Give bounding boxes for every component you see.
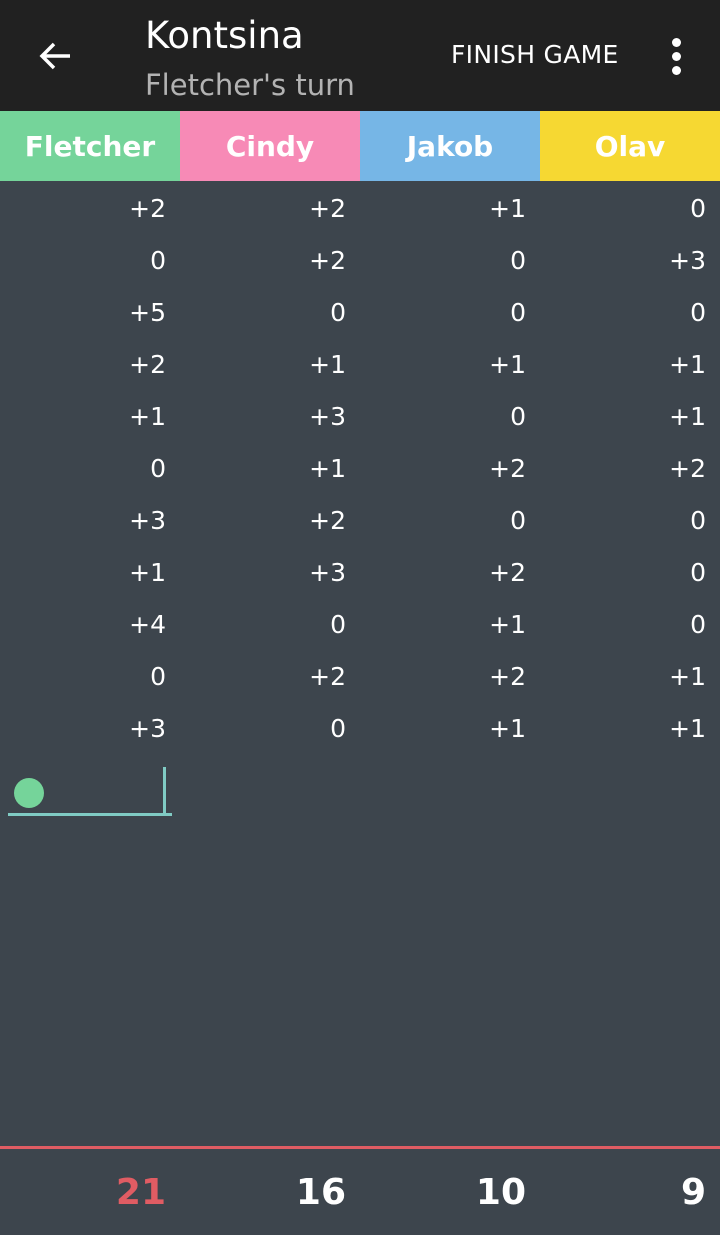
round-row: +1 +3 0 +1 <box>0 390 720 442</box>
score-cell[interactable]: +5 <box>0 298 180 327</box>
score-cell[interactable]: 0 <box>360 506 540 535</box>
round-row: +5 0 0 0 <box>0 286 720 338</box>
score-cell[interactable]: 0 <box>540 506 720 535</box>
score-cell[interactable]: +1 <box>180 350 360 379</box>
arrow-left-icon <box>39 42 70 70</box>
player-header: Fletcher Cindy Jakob Olav <box>0 111 720 181</box>
score-cell[interactable]: +1 <box>360 714 540 743</box>
input-underline <box>8 813 172 816</box>
more-vertical-icon <box>664 38 688 75</box>
score-cell[interactable]: +3 <box>0 506 180 535</box>
more-menu-button[interactable] <box>664 36 688 80</box>
player-column-header[interactable]: Fletcher <box>0 111 180 181</box>
round-row: +2 +2 +1 0 <box>0 182 720 234</box>
score-cell[interactable]: +2 <box>360 454 540 483</box>
score-cell[interactable]: +2 <box>180 662 360 691</box>
turn-indicator: Fletcher's turn <box>145 68 355 102</box>
active-player-dot <box>14 778 44 808</box>
score-cell[interactable]: 0 <box>0 246 180 275</box>
score-cell[interactable]: +1 <box>0 402 180 431</box>
score-cell[interactable]: 0 <box>540 298 720 327</box>
score-cell[interactable]: +2 <box>180 194 360 223</box>
score-cell[interactable]: +1 <box>180 454 360 483</box>
score-cell[interactable]: 0 <box>360 402 540 431</box>
round-row: +4 0 +1 0 <box>0 598 720 650</box>
score-cell[interactable]: +2 <box>360 662 540 691</box>
round-row: +2 +1 +1 +1 <box>0 338 720 390</box>
total-score: 10 <box>475 1171 526 1213</box>
back-button[interactable] <box>34 34 78 78</box>
app-bar: Kontsina Fletcher's turn FINISH GAME <box>0 0 720 111</box>
total-score: 16 <box>295 1171 346 1213</box>
score-cell[interactable]: 0 <box>540 194 720 223</box>
finish-game-button[interactable]: FINISH GAME <box>451 40 619 69</box>
score-cell[interactable]: +1 <box>540 350 720 379</box>
score-cell[interactable]: +3 <box>180 402 360 431</box>
score-rounds: +2 +2 +1 0 0 +2 0 +3 +5 0 0 0 +2 +1 +1 +1 +1 +3 0 +1 0 +1 +2 +2… <box>0 182 720 754</box>
round-row: +3 0 +1 +1 <box>0 702 720 754</box>
score-cell[interactable]: +1 <box>360 194 540 223</box>
totals-bar: 21 16 10 9 <box>0 1146 720 1235</box>
page-title: Kontsina <box>145 14 304 57</box>
total-score: 21 <box>115 1171 166 1213</box>
score-cell[interactable]: +2 <box>360 558 540 587</box>
score-cell[interactable]: 0 <box>360 246 540 275</box>
score-cell[interactable]: +2 <box>180 506 360 535</box>
score-cell[interactable]: 0 <box>540 558 720 587</box>
round-row: 0 +2 +2 +1 <box>0 650 720 702</box>
score-cell[interactable]: +2 <box>540 454 720 483</box>
score-cell[interactable]: +2 <box>0 350 180 379</box>
round-row: +1 +3 +2 0 <box>0 546 720 598</box>
score-entry-field[interactable] <box>8 766 172 816</box>
score-cell[interactable]: 0 <box>180 298 360 327</box>
player-column-header[interactable]: Olav <box>540 111 720 181</box>
score-cell[interactable]: +1 <box>360 350 540 379</box>
score-cell[interactable]: 0 <box>540 610 720 639</box>
score-cell[interactable]: +1 <box>540 662 720 691</box>
total-score: 9 <box>680 1171 706 1213</box>
text-cursor <box>163 767 166 813</box>
player-column-header[interactable]: Cindy <box>180 111 360 181</box>
score-cell[interactable]: +3 <box>540 246 720 275</box>
score-cell[interactable]: 0 <box>0 454 180 483</box>
score-cell[interactable]: +1 <box>0 558 180 587</box>
score-cell[interactable]: 0 <box>180 610 360 639</box>
score-cell[interactable]: 0 <box>360 298 540 327</box>
round-row: 0 +1 +2 +2 <box>0 442 720 494</box>
score-cell[interactable]: +4 <box>0 610 180 639</box>
round-row: +3 +2 0 0 <box>0 494 720 546</box>
score-cell[interactable]: +1 <box>540 402 720 431</box>
score-cell[interactable]: +3 <box>0 714 180 743</box>
score-cell[interactable]: +1 <box>540 714 720 743</box>
score-cell[interactable]: +3 <box>180 558 360 587</box>
score-cell[interactable]: +2 <box>180 246 360 275</box>
score-cell[interactable]: 0 <box>0 662 180 691</box>
player-column-header[interactable]: Jakob <box>360 111 540 181</box>
score-cell[interactable]: +2 <box>0 194 180 223</box>
score-cell[interactable]: 0 <box>180 714 360 743</box>
score-cell[interactable]: +1 <box>360 610 540 639</box>
round-row: 0 +2 0 +3 <box>0 234 720 286</box>
